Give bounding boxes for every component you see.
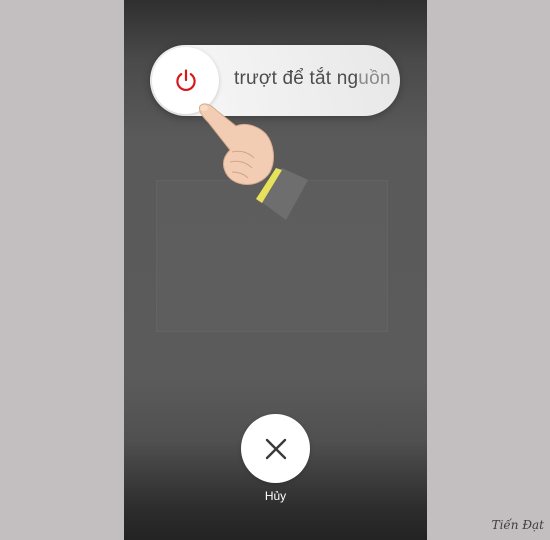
slider-label-fade: uồn [358, 68, 391, 89]
cancel-button[interactable] [241, 414, 310, 483]
phone-screen: trượt để tắt nguồn Hủy [124, 0, 427, 540]
watermark: Tiến Đạt [491, 518, 544, 532]
power-icon [175, 68, 196, 91]
close-icon [265, 438, 286, 459]
slider-label-main: trượt để tắt ng [234, 68, 359, 89]
page: trượt để tắt nguồn Hủy Tiến Đạt [0, 0, 550, 540]
cancel-label[interactable]: Hủy [241, 489, 310, 503]
power-slider-label: trượt để tắt nguồn [234, 68, 391, 90]
pointing-hand-illustration [199, 103, 308, 220]
